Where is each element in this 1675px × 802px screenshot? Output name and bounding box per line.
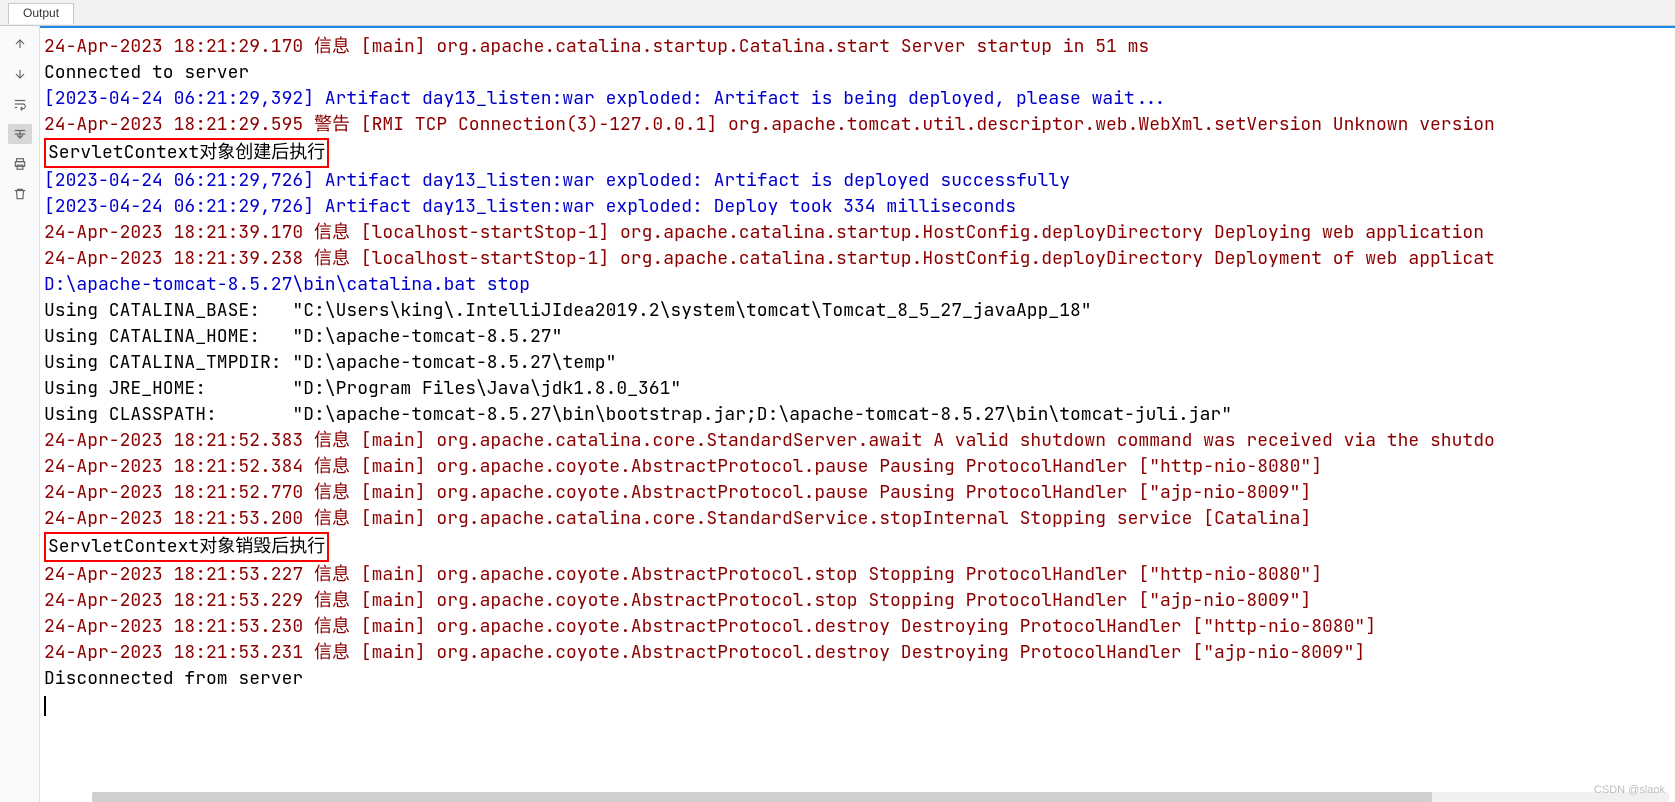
log-line: 24-Apr-2023 18:21:53.230 信息 [main] org.a… <box>44 615 1376 638</box>
log-line: Connected to server <box>44 61 249 84</box>
scroll-to-end-icon[interactable] <box>8 124 32 144</box>
tab-output[interactable]: Output <box>8 3 74 24</box>
watermark: CSDN @slaok <box>1594 784 1665 796</box>
log-line: Using CATALINA_TMPDIR: "D:\apache-tomcat… <box>44 351 616 374</box>
log-line: Using JRE_HOME: "D:\Program Files\Java\j… <box>44 377 681 400</box>
log-line: [2023-04-24 06:21:29,392] Artifact day13… <box>44 87 1167 110</box>
console-output: 24-Apr-2023 18:21:29.170 信息 [main] org.a… <box>40 26 1675 724</box>
clear-icon[interactable] <box>8 184 32 204</box>
horizontal-scrollbar[interactable] <box>92 792 1669 802</box>
up-icon[interactable] <box>8 34 32 54</box>
log-line: [2023-04-24 06:21:29,726] Artifact day13… <box>44 195 1016 218</box>
gutter <box>0 26 40 802</box>
log-line: [2023-04-24 06:21:29,726] Artifact day13… <box>44 169 1070 192</box>
soft-wrap-icon[interactable] <box>8 94 32 114</box>
output-scroll[interactable]: 24-Apr-2023 18:21:29.170 信息 [main] org.a… <box>40 26 1675 802</box>
print-icon[interactable] <box>8 154 32 174</box>
log-line: 24-Apr-2023 18:21:53.227 信息 [main] org.a… <box>44 563 1322 586</box>
log-line: 24-Apr-2023 18:21:52.770 信息 [main] org.a… <box>44 481 1311 504</box>
down-icon[interactable] <box>8 64 32 84</box>
text-cursor <box>44 696 46 716</box>
log-line: 24-Apr-2023 18:21:52.383 信息 [main] org.a… <box>44 429 1495 452</box>
log-line: Using CATALINA_HOME: "D:\apache-tomcat-8… <box>44 325 562 348</box>
log-line: D:\apache-tomcat-8.5.27\bin\catalina.bat… <box>44 273 530 296</box>
scrollbar-thumb[interactable] <box>92 792 1432 802</box>
log-line: 24-Apr-2023 18:21:39.170 信息 [localhost-s… <box>44 221 1484 244</box>
highlight-created: ServletContext对象创建后执行 <box>44 138 329 168</box>
log-line: Disconnected from server <box>44 667 303 690</box>
log-line: Using CLASSPATH: "D:\apache-tomcat-8.5.2… <box>44 403 1232 426</box>
log-line: 24-Apr-2023 18:21:53.229 信息 [main] org.a… <box>44 589 1311 612</box>
log-line: 24-Apr-2023 18:21:52.384 信息 [main] org.a… <box>44 455 1322 478</box>
log-line: 24-Apr-2023 18:21:53.231 信息 [main] org.a… <box>44 641 1365 664</box>
log-line: 24-Apr-2023 18:21:29.170 信息 [main] org.a… <box>44 35 1149 58</box>
log-line: 24-Apr-2023 18:21:39.238 信息 [localhost-s… <box>44 247 1495 270</box>
highlight-destroyed: ServletContext对象销毁后执行 <box>44 532 329 562</box>
tab-bar: Output <box>0 0 1675 26</box>
log-line: Using CATALINA_BASE: "C:\Users\king\.Int… <box>44 299 1092 322</box>
log-line: 24-Apr-2023 18:21:29.595 警告 [RMI TCP Con… <box>44 113 1495 136</box>
log-line: 24-Apr-2023 18:21:53.200 信息 [main] org.a… <box>44 507 1311 530</box>
